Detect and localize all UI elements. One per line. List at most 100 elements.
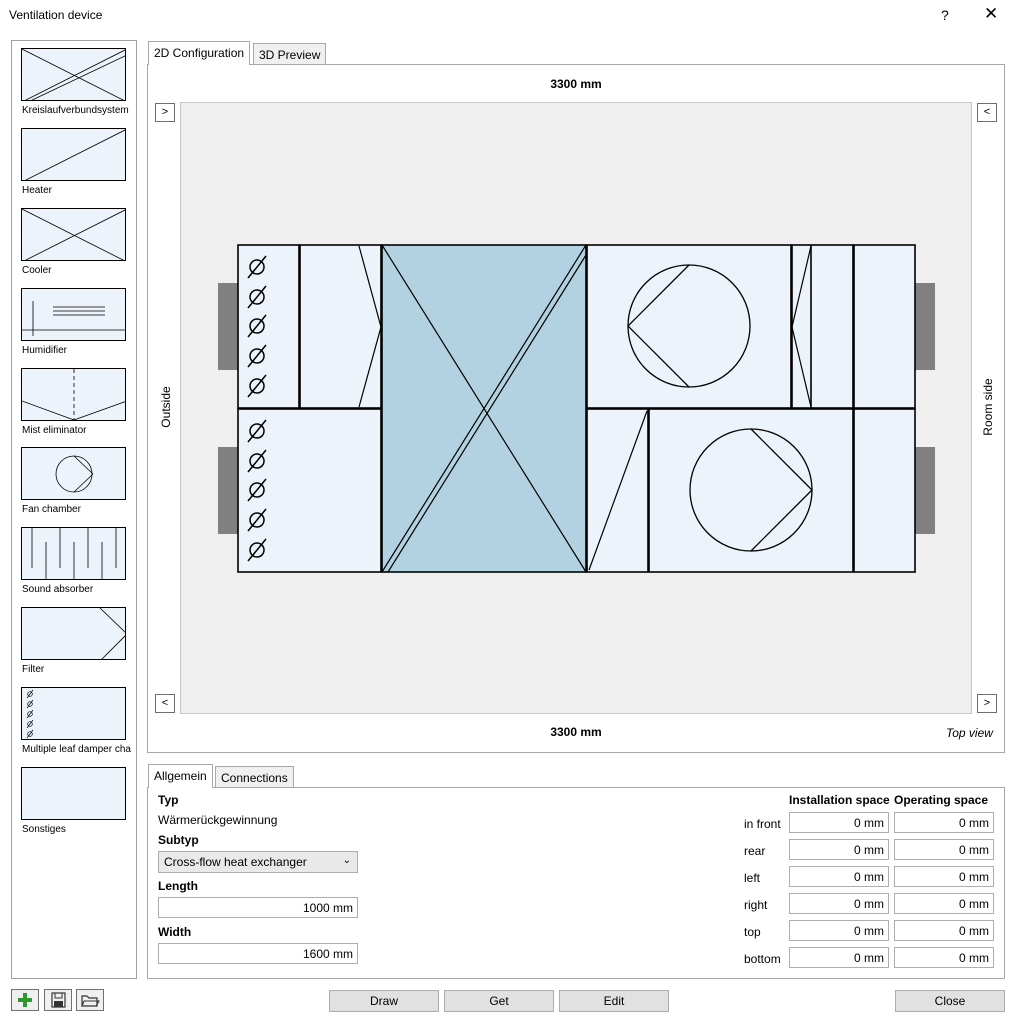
palette-item-heater[interactable]: Heater (21, 128, 141, 204)
palette-item-sound-absorber[interactable]: Sound absorber (21, 527, 141, 603)
shift-left-bottom-left-button[interactable]: < (155, 694, 175, 713)
install-rear-input[interactable]: 0 mm (789, 839, 889, 860)
room-connector-top (914, 283, 935, 370)
palette-item-fan-chamber[interactable]: Fan chamber (21, 447, 141, 523)
damper-icon (21, 687, 126, 740)
close-window-button[interactable]: ✕ (984, 4, 998, 24)
palette-label: Cooler (22, 265, 52, 276)
length-label: Length (158, 879, 198, 893)
heater-icon (21, 128, 126, 181)
installation-space-header: Installation space (789, 793, 890, 807)
heat-recovery-icon (21, 48, 126, 101)
subtyp-value: Cross-flow heat exchanger (164, 855, 307, 869)
space-label-front: in front (744, 817, 781, 831)
palette-item-damper[interactable]: Multiple leaf damper cha (21, 687, 141, 763)
folder-open-icon (81, 995, 100, 1007)
draw-button[interactable]: Draw (329, 990, 439, 1012)
operating-space-header: Operating space (894, 793, 989, 807)
outside-connector-top (218, 283, 239, 370)
shift-left-top-right-button[interactable]: < (977, 103, 997, 122)
floppy-disk-icon (51, 992, 66, 1008)
damper-module-top[interactable] (237, 244, 300, 409)
component-palette[interactable]: Kreislaufverbundsystem Heater Cooler Hum… (11, 40, 137, 979)
edit-button[interactable]: Edit (559, 990, 669, 1012)
palette-item-mist-eliminator[interactable]: Mist eliminator (21, 368, 141, 444)
space-label-right: right (744, 898, 768, 912)
palette-item-cooler[interactable]: Cooler (21, 208, 141, 284)
palette-label: Filter (22, 664, 45, 675)
install-top-input[interactable]: 0 mm (789, 920, 889, 941)
mist-eliminator-icon (21, 368, 126, 421)
palette-item-heat-recovery[interactable]: Kreislaufverbundsystem (21, 48, 141, 124)
install-bottom-input[interactable]: 0 mm (789, 947, 889, 968)
palette-item-humidifier[interactable]: Humidifier (21, 288, 141, 364)
length-input[interactable]: 1000 mm (158, 897, 358, 918)
shift-right-bottom-right-button[interactable]: > (977, 694, 997, 713)
filter-icon (21, 607, 126, 660)
humidifier-icon (21, 288, 126, 341)
tab-3d-preview[interactable]: 3D Preview (253, 43, 327, 65)
get-button[interactable]: Get (444, 990, 554, 1012)
space-label-bottom: bottom (744, 952, 781, 966)
palette-label: Kreislaufverbundsystem (22, 105, 129, 116)
sound-absorber-icon (21, 527, 126, 580)
palette-label: Multiple leaf damper cha (22, 744, 131, 755)
palette-label: Humidifier (22, 345, 68, 356)
room-connector-bottom (914, 447, 935, 534)
window-title: Ventilation device (9, 8, 103, 22)
shift-right-top-left-button[interactable]: > (155, 103, 175, 122)
typ-value: Wärmerückgewinnung (158, 813, 278, 827)
fan-chamber-icon (21, 447, 126, 500)
subtyp-dropdown[interactable]: Cross-flow heat exchanger ⌄ (158, 851, 358, 873)
add-button[interactable] (11, 989, 39, 1011)
tab-connections[interactable]: Connections (215, 766, 294, 788)
operating-rear-input[interactable]: 0 mm (894, 839, 994, 860)
palette-label: Sound absorber (22, 584, 94, 595)
palette-item-other[interactable]: Sonstiges (21, 767, 141, 843)
fan-module-bottom[interactable] (648, 408, 854, 573)
top-dimension-label: 3300 mm (550, 77, 602, 91)
help-button[interactable]: ? (941, 7, 949, 23)
filter-module-top-right[interactable] (791, 244, 854, 409)
space-label-rear: rear (744, 844, 766, 858)
space-label-left: left (744, 871, 761, 885)
cooler-icon (21, 208, 126, 261)
title-bar: Ventilation device ? ✕ (0, 0, 1016, 32)
empty-module-bottom-right[interactable] (853, 408, 916, 573)
fan-module-top[interactable] (586, 244, 792, 409)
palette-label: Fan chamber (22, 504, 81, 515)
typ-label: Typ (158, 793, 179, 807)
install-left-input[interactable]: 0 mm (789, 866, 889, 887)
operating-left-input[interactable]: 0 mm (894, 866, 994, 887)
bottom-dimension-label: 3300 mm (550, 725, 602, 739)
open-button[interactable] (76, 989, 104, 1011)
outside-label: Outside (159, 386, 173, 428)
width-input[interactable]: 1600 mm (158, 943, 358, 964)
operating-front-input[interactable]: 0 mm (894, 812, 994, 833)
drawing-canvas[interactable] (180, 102, 972, 714)
chevron-down-icon: ⌄ (342, 855, 351, 866)
tab-allgemein[interactable]: Allgemein (148, 764, 213, 788)
save-button[interactable] (44, 989, 72, 1011)
top-view-label: Top view (946, 726, 993, 740)
plus-icon (18, 993, 32, 1007)
palette-item-filter[interactable]: Filter (21, 607, 141, 683)
unit-drawing (218, 244, 935, 573)
close-button[interactable]: Close (895, 990, 1005, 1012)
room-side-label: Room side (981, 378, 995, 436)
operating-bottom-input[interactable]: 0 mm (894, 947, 994, 968)
width-label: Width (158, 925, 192, 939)
empty-module-top-right[interactable] (853, 244, 916, 409)
palette-label: Sonstiges (22, 824, 66, 835)
install-right-input[interactable]: 0 mm (789, 893, 889, 914)
filter-module-top[interactable] (299, 244, 382, 409)
palette-label: Heater (22, 185, 53, 196)
other-icon (21, 767, 126, 820)
outside-connector-bottom (218, 447, 239, 534)
palette-label: Mist eliminator (22, 425, 87, 436)
tab-2d-configuration[interactable]: 2D Configuration (148, 41, 251, 65)
install-front-input[interactable]: 0 mm (789, 812, 889, 833)
operating-right-input[interactable]: 0 mm (894, 893, 994, 914)
operating-top-input[interactable]: 0 mm (894, 920, 994, 941)
space-label-top: top (744, 925, 761, 939)
